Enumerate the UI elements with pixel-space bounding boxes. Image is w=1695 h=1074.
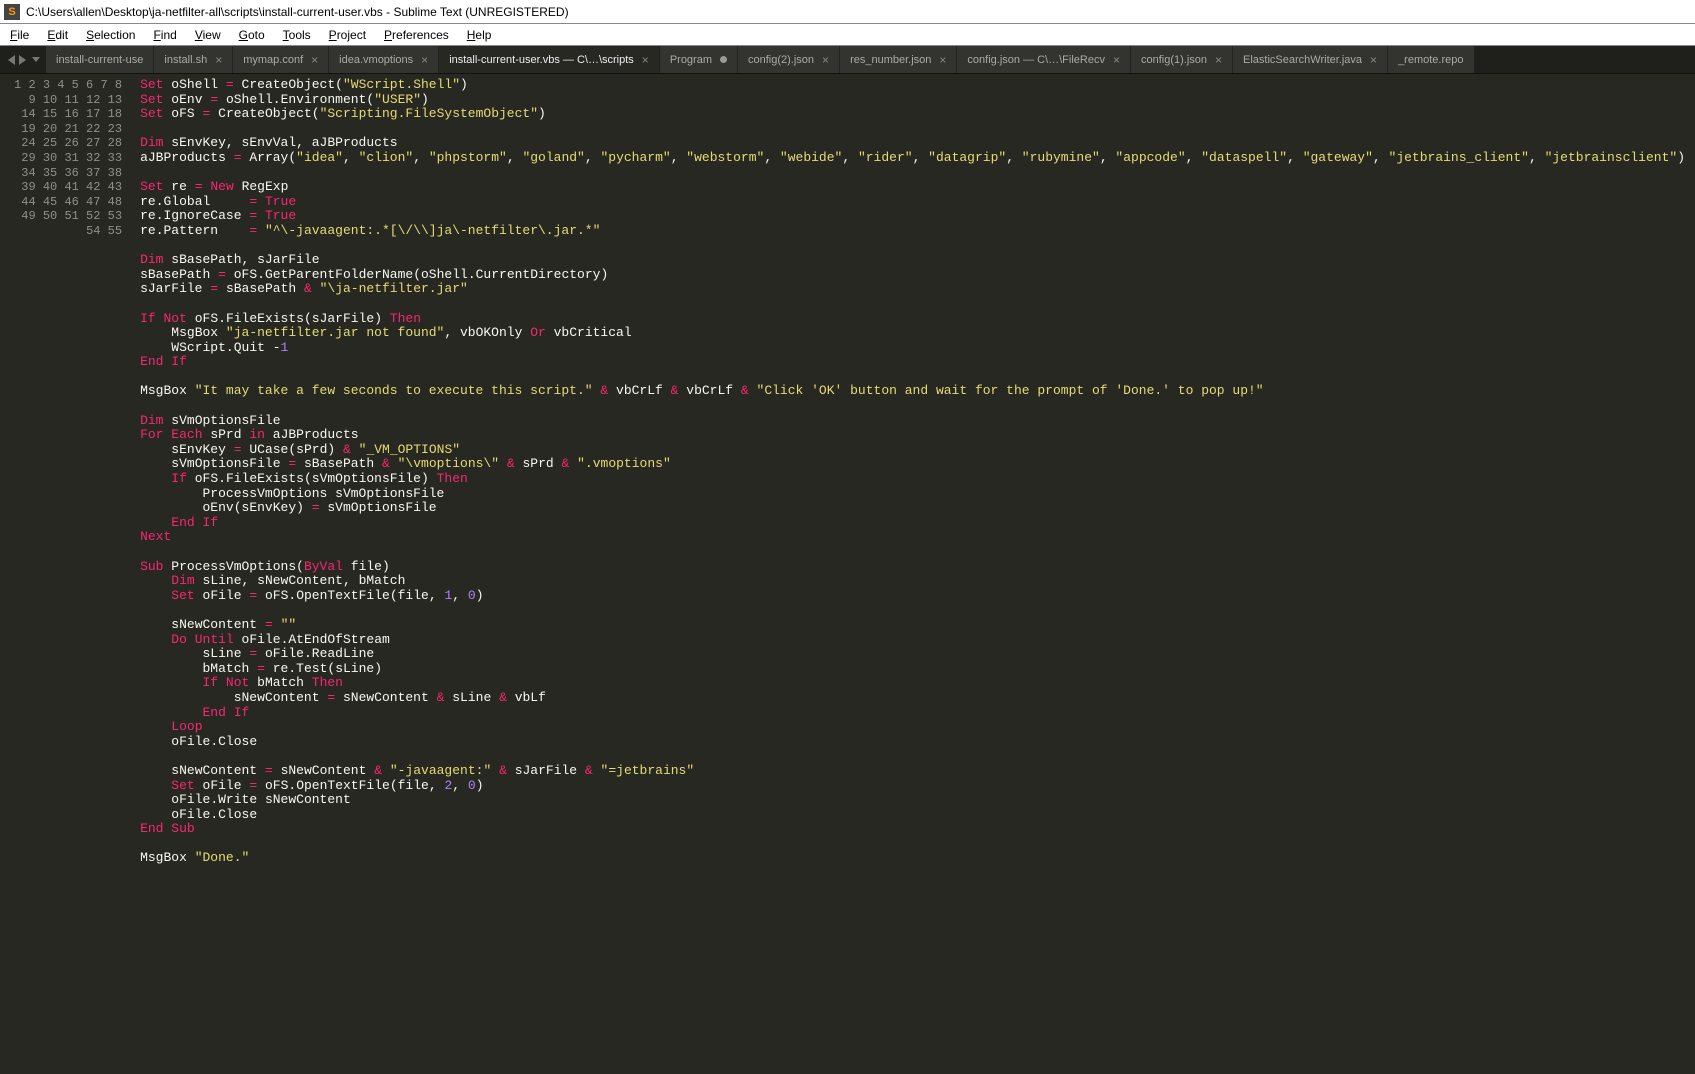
- gutter: 1 2 3 4 5 6 7 8 9 10 11 12 13 14 15 16 1…: [0, 74, 130, 1074]
- window-title: C:\Users\allen\Desktop\ja-netfilter-all\…: [26, 5, 569, 19]
- tab-label: config(2).json: [748, 54, 814, 66]
- menu-help[interactable]: Help: [459, 26, 500, 44]
- tab-res-number-json[interactable]: res_number.json ×: [840, 46, 957, 73]
- code-area[interactable]: Set oShell = CreateObject("WScript.Shell…: [130, 74, 1695, 1074]
- menu-view[interactable]: View: [187, 26, 229, 44]
- tab-idea-vmoptions[interactable]: idea.vmoptions ×: [329, 46, 439, 73]
- app-icon: S: [4, 4, 20, 20]
- nav-back-icon[interactable]: [8, 55, 15, 65]
- tab-label: idea.vmoptions: [339, 54, 413, 66]
- menu-project[interactable]: Project: [321, 26, 374, 44]
- close-icon[interactable]: ×: [215, 54, 222, 66]
- close-icon[interactable]: ×: [939, 54, 946, 66]
- dirty-dot-icon: [720, 56, 727, 63]
- tab-label: config(1).json: [1141, 54, 1207, 66]
- nav-forward-icon[interactable]: [19, 55, 26, 65]
- menu-selection[interactable]: Selection: [78, 26, 143, 44]
- menubar: FileEditSelectionFindViewGotoToolsProjec…: [0, 24, 1695, 46]
- menu-goto[interactable]: Goto: [231, 26, 273, 44]
- tab-elasticsearchwriter-java[interactable]: ElasticSearchWriter.java ×: [1233, 46, 1388, 73]
- close-icon[interactable]: ×: [642, 54, 649, 66]
- close-icon[interactable]: ×: [311, 54, 318, 66]
- tabs: install-current-useinstall.sh×mymap.conf…: [46, 46, 1693, 73]
- close-icon[interactable]: ×: [1113, 54, 1120, 66]
- tab-label: config.json — C\…\FileRecv: [967, 54, 1105, 66]
- tab-nav: [2, 46, 46, 73]
- tab-config-json-c-filerecv[interactable]: config.json — C\…\FileRecv ×: [957, 46, 1131, 73]
- close-icon[interactable]: ×: [421, 54, 428, 66]
- tab-config-1-json[interactable]: config(1).json ×: [1131, 46, 1233, 73]
- close-icon[interactable]: ×: [1370, 54, 1377, 66]
- tabbar: install-current-useinstall.sh×mymap.conf…: [0, 46, 1695, 74]
- menu-file[interactable]: File: [2, 26, 37, 44]
- tab-label: res_number.json: [850, 54, 931, 66]
- tab-config-2-json[interactable]: config(2).json ×: [738, 46, 840, 73]
- titlebar: S C:\Users\allen\Desktop\ja-netfilter-al…: [0, 0, 1695, 24]
- tab-label: ElasticSearchWriter.java: [1243, 54, 1362, 66]
- tab-program[interactable]: Program: [660, 46, 738, 73]
- tab-install-current-use[interactable]: install-current-use: [46, 46, 154, 73]
- tab-label: mymap.conf: [243, 54, 303, 66]
- tab-label: _remote.repo: [1398, 54, 1463, 66]
- tab-label: install.sh: [164, 54, 207, 66]
- tab--remote-repo[interactable]: _remote.repo: [1388, 46, 1474, 73]
- menu-tools[interactable]: Tools: [275, 26, 319, 44]
- tab-label: Program: [670, 54, 712, 66]
- tab-label: install-current-use: [56, 54, 143, 66]
- menu-find[interactable]: Find: [145, 26, 184, 44]
- tab-mymap-conf[interactable]: mymap.conf ×: [233, 46, 329, 73]
- menu-preferences[interactable]: Preferences: [376, 26, 457, 44]
- nav-dropdown-icon[interactable]: [32, 57, 40, 62]
- close-icon[interactable]: ×: [1215, 54, 1222, 66]
- tab-install-sh[interactable]: install.sh ×: [154, 46, 233, 73]
- menu-edit[interactable]: Edit: [39, 26, 76, 44]
- tab-label: install-current-user.vbs — C\…\scripts: [449, 54, 634, 66]
- close-icon[interactable]: ×: [822, 54, 829, 66]
- editor[interactable]: 1 2 3 4 5 6 7 8 9 10 11 12 13 14 15 16 1…: [0, 74, 1695, 1074]
- tab-install-current-user-vbs-c-scr[interactable]: install-current-user.vbs — C\…\scripts ×: [439, 46, 660, 73]
